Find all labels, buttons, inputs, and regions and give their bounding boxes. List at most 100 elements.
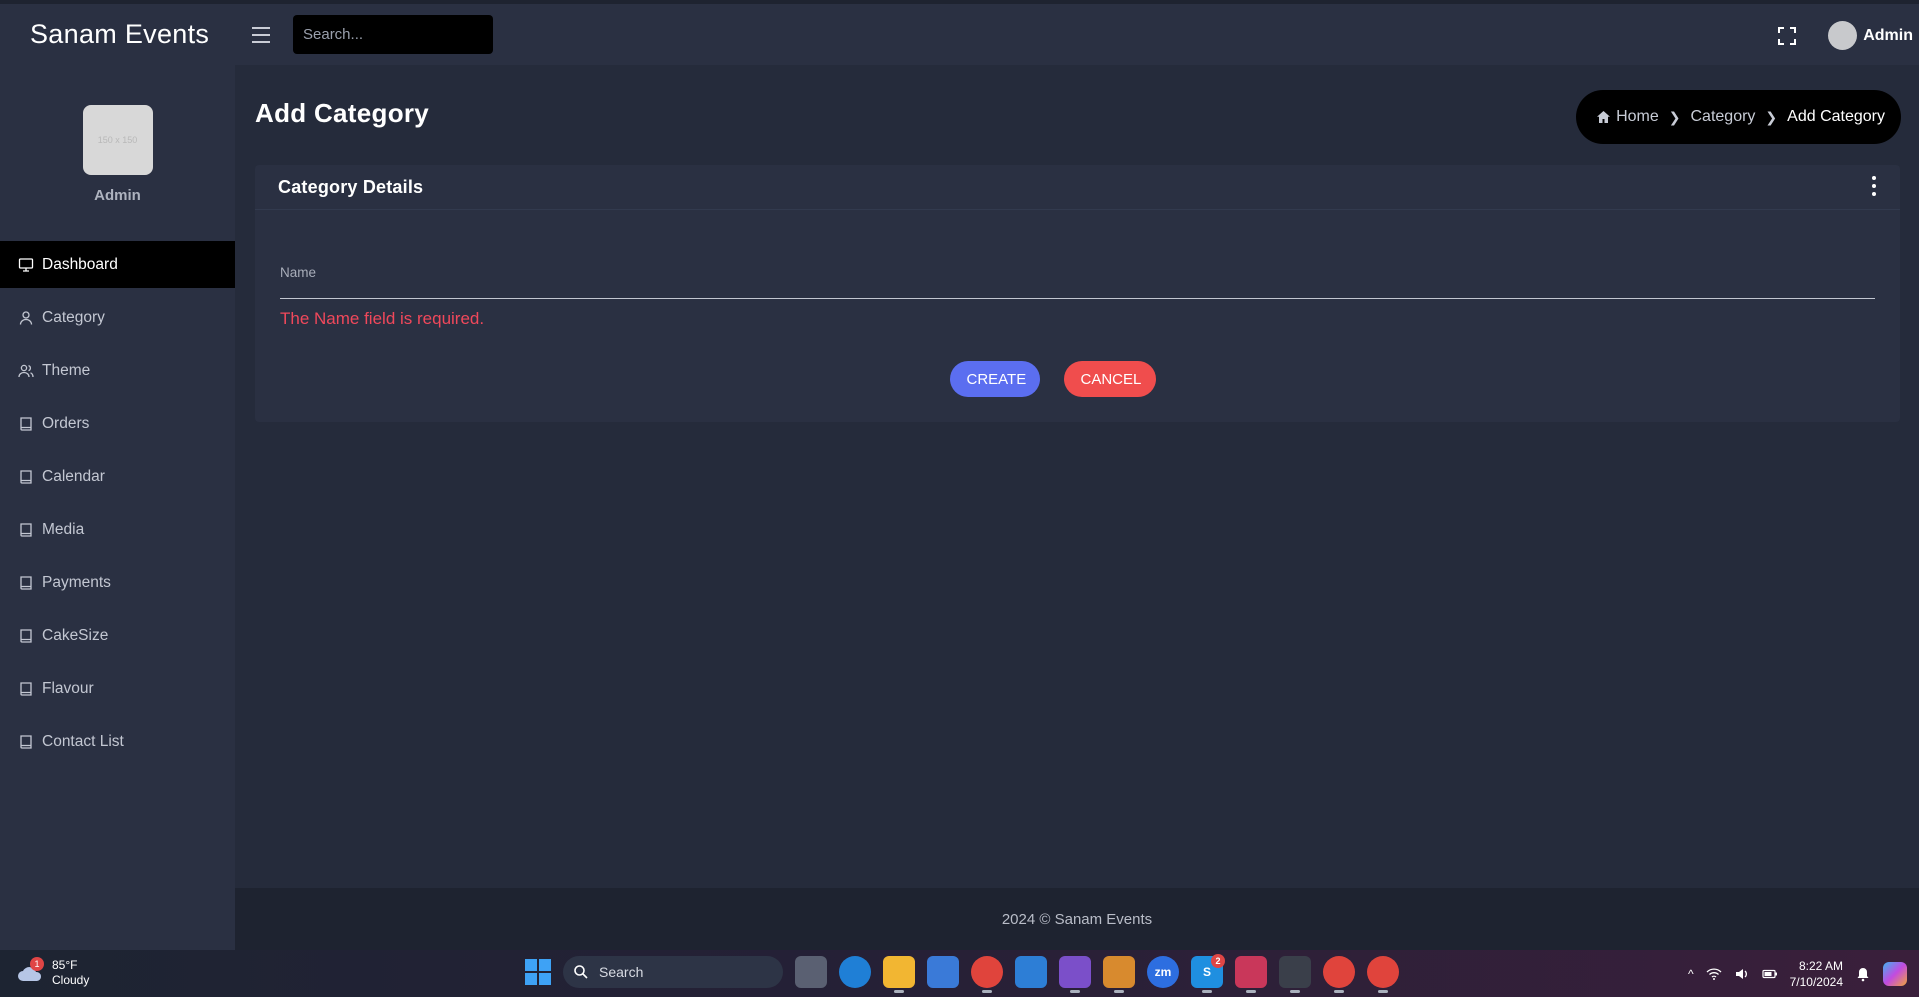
sidebar-item-flavour[interactable]: Flavour <box>0 665 235 712</box>
sidebar-item-label: Flavour <box>42 679 94 697</box>
cloud-icon: 1 <box>16 957 44 985</box>
win-tile <box>539 973 551 985</box>
breadcrumb-category[interactable]: Category <box>1691 108 1756 126</box>
fullscreen-icon[interactable] <box>1776 25 1798 47</box>
win-tile <box>525 973 537 985</box>
volume-icon[interactable] <box>1734 966 1750 982</box>
page-title: Add Category <box>255 98 430 128</box>
sidebar-item-label: Orders <box>42 414 90 432</box>
system-tray: ^ 8:22 AM 7/10/2024 <box>1688 958 1907 990</box>
book-icon <box>20 681 32 696</box>
running-indicator <box>894 990 904 993</box>
sidebar-item-label: Payments <box>42 573 111 591</box>
sidebar-item-contact-list[interactable]: Contact List <box>0 718 235 765</box>
sidebar-item-calendar[interactable]: Calendar <box>0 453 235 500</box>
breadcrumb: Home ❯ Category ❯ Add Category <box>1576 90 1901 144</box>
running-indicator <box>982 990 992 993</box>
task-view-icon[interactable] <box>795 956 827 988</box>
notification-bell-icon[interactable] <box>1855 966 1871 982</box>
clock-time: 8:22 AM <box>1798 959 1843 973</box>
top-header: Sanam Events Admin <box>0 0 1919 65</box>
home-icon <box>1597 111 1611 123</box>
breadcrumb-home[interactable]: Home <box>1596 108 1659 126</box>
chrome-icon[interactable] <box>1323 956 1355 993</box>
sidebar-item-cakesize[interactable]: CakeSize <box>0 612 235 659</box>
sidebar-item-theme[interactable]: Theme <box>0 347 235 394</box>
sidebar-item-category[interactable]: Category <box>0 294 235 341</box>
skype-badge: 2 <box>1211 954 1225 968</box>
card-title: Category Details <box>278 176 424 197</box>
cancel-button[interactable]: CANCEL <box>1063 361 1156 397</box>
snipping-tool-icon[interactable] <box>1103 956 1135 993</box>
clock[interactable]: 8:22 AM 7/10/2024 <box>1790 958 1843 990</box>
running-indicator <box>1334 990 1344 993</box>
os-taskbar: 1 85°F Cloudy Search zm S2 ^ 8:22 AM 7/1… <box>0 950 1919 997</box>
taskbar-search-label: Search <box>599 964 644 980</box>
store-icon[interactable] <box>927 956 959 988</box>
chevron-right-icon: ❯ <box>1668 108 1681 125</box>
profile-placeholder-text: 150 x 150 <box>97 135 138 145</box>
kebab-dot <box>1872 176 1876 180</box>
running-indicator <box>1114 990 1124 993</box>
create-button[interactable]: CREATE <box>949 361 1040 397</box>
user-menu[interactable]: Admin <box>1828 21 1913 50</box>
book-icon <box>20 628 32 643</box>
kebab-dot <box>1872 192 1876 196</box>
sidebar-item-label: CakeSize <box>42 626 109 644</box>
profile-name: Admin <box>94 187 141 204</box>
avatar <box>1828 21 1858 50</box>
footer: 2024 © Sanam Events <box>235 888 1919 950</box>
chevron-right-icon: ❯ <box>1765 108 1778 125</box>
user-name: Admin <box>1863 26 1913 44</box>
sidebar-item-dashboard[interactable]: Dashboard <box>0 241 235 288</box>
brand-logo-text[interactable]: Sanam Events <box>0 19 235 50</box>
sidebar-item-media[interactable]: Media <box>0 506 235 553</box>
taskbar-apps: Search zm S2 <box>525 954 1399 993</box>
file-explorer-icon[interactable] <box>883 956 915 993</box>
zoom-icon[interactable]: zm <box>1147 956 1179 988</box>
chrome-icon[interactable] <box>971 956 1003 993</box>
weather-text: 85°F Cloudy <box>52 958 89 988</box>
weather-temp: 85°F <box>52 958 78 972</box>
skype-icon[interactable]: S2 <box>1191 954 1225 993</box>
name-field-group: Name The Name field is required. <box>280 265 1875 329</box>
app-icon[interactable] <box>1235 956 1267 993</box>
weather-desc: Cloudy <box>52 973 90 987</box>
sidebar-item-label: Calendar <box>42 467 105 485</box>
chrome-icon[interactable] <box>1367 956 1399 993</box>
windows-start-icon[interactable] <box>525 959 551 985</box>
terminal-icon[interactable] <box>1279 956 1311 993</box>
name-label: Name <box>280 265 317 280</box>
monitor-icon <box>18 257 34 272</box>
book-icon <box>20 522 32 537</box>
search-input[interactable] <box>303 26 502 43</box>
sidebar-item-payments[interactable]: Payments <box>0 559 235 606</box>
sidebar: 150 x 150 Admin Dashboard Category Theme… <box>0 65 235 950</box>
sidebar-item-label: Theme <box>42 361 91 379</box>
main-content: Add Category Home ❯ Category ❯ Add Categ… <box>235 65 1919 888</box>
card-header: Category Details <box>255 165 1900 210</box>
hamburger-line <box>252 33 270 36</box>
taskbar-search[interactable]: Search <box>563 956 783 988</box>
battery-icon[interactable] <box>1762 966 1778 982</box>
sidebar-item-label: Media <box>42 520 85 538</box>
sidebar-profile: 150 x 150 Admin <box>0 65 235 241</box>
mail-icon[interactable] <box>1015 956 1047 988</box>
visual-studio-icon[interactable] <box>1059 956 1091 993</box>
weather-widget[interactable]: 1 85°F Cloudy <box>16 957 89 988</box>
menu-toggle-button[interactable] <box>235 15 287 55</box>
sidebar-item-label: Category <box>42 308 105 326</box>
user-icon <box>19 310 33 325</box>
kebab-dot <box>1872 184 1876 188</box>
chevron-up-icon[interactable]: ^ <box>1688 967 1694 981</box>
wifi-icon[interactable] <box>1706 966 1722 982</box>
breadcrumb-current: Add Category <box>1787 108 1885 125</box>
edge-icon[interactable] <box>839 956 871 988</box>
search-icon <box>574 965 588 979</box>
more-options-icon[interactable] <box>1870 176 1878 196</box>
sidebar-item-orders[interactable]: Orders <box>0 400 235 447</box>
copilot-icon[interactable] <box>1883 962 1907 986</box>
book-icon <box>20 469 32 484</box>
name-input[interactable] <box>280 285 1875 299</box>
weather-badge: 1 <box>30 957 44 971</box>
